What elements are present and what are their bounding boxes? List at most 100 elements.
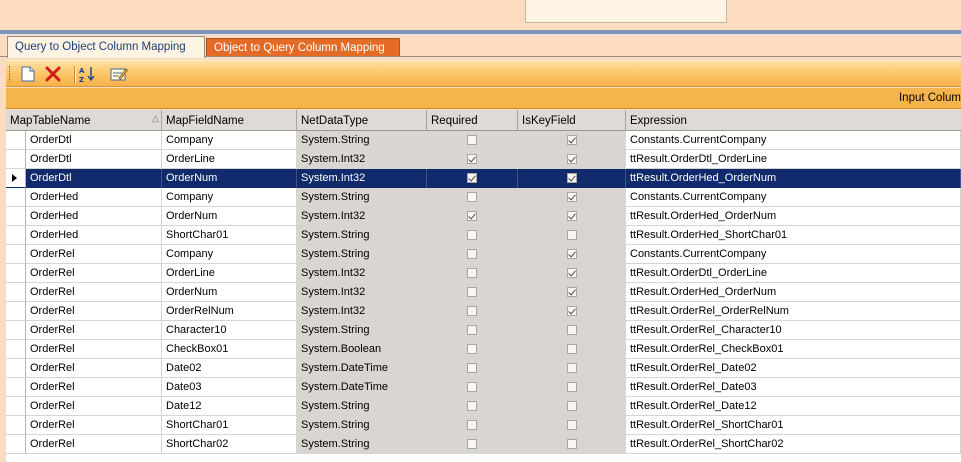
row-selector[interactable] [6, 150, 26, 169]
cell-netdatatype[interactable]: System.String [297, 397, 427, 416]
required-checkbox[interactable] [467, 420, 477, 430]
cell-netdatatype[interactable]: System.Int32 [297, 302, 427, 321]
top-input-box[interactable] [525, 0, 727, 23]
cell-netdatatype[interactable]: System.String [297, 416, 427, 435]
row-selector[interactable] [6, 378, 26, 397]
cell-mapfieldname[interactable]: OrderLine [162, 150, 297, 169]
column-header-expression[interactable]: Expression [626, 110, 961, 131]
required-checkbox[interactable] [467, 363, 477, 373]
cell-netdatatype[interactable]: System.Int32 [297, 207, 427, 226]
tab-object-to-query[interactable]: Object to Query Column Mapping [206, 38, 400, 57]
cell-netdatatype[interactable]: System.String [297, 245, 427, 264]
cell-mapfieldname[interactable]: ShortChar02 [162, 435, 297, 454]
cell-netdatatype[interactable]: System.DateTime [297, 378, 427, 397]
iskeyfield-checkbox[interactable] [566, 382, 577, 392]
cell-maptablename[interactable]: OrderRel [26, 245, 162, 264]
required-checkbox[interactable] [467, 344, 477, 354]
iskeyfield-checkbox[interactable] [566, 211, 577, 221]
row-selector[interactable] [6, 226, 26, 245]
row-selector[interactable] [6, 359, 26, 378]
cell-maptablename[interactable]: OrderHed [26, 226, 162, 245]
cell-netdatatype[interactable]: System.Int32 [297, 264, 427, 283]
cell-mapfieldname[interactable]: Company [162, 245, 297, 264]
cell-maptablename[interactable]: OrderRel [26, 435, 162, 454]
cell-mapfieldname[interactable]: ShortChar01 [162, 226, 297, 245]
cell-maptablename[interactable]: OrderRel [26, 416, 162, 435]
table-row[interactable]: OrderRel OrderRelNum System.Int32 ttResult.… [6, 302, 961, 321]
required-checkbox[interactable] [467, 173, 477, 183]
cell-maptablename[interactable]: OrderRel [26, 321, 162, 340]
cell-netdatatype[interactable]: System.String [297, 435, 427, 454]
cell-maptablename[interactable]: OrderHed [26, 207, 162, 226]
cell-maptablename[interactable]: OrderRel [26, 359, 162, 378]
iskeyfield-checkbox[interactable] [566, 439, 577, 449]
table-row[interactable]: OrderRel Character10 System.String ttResult… [6, 321, 961, 340]
cell-netdatatype[interactable]: System.Int32 [297, 169, 427, 188]
required-checkbox[interactable] [467, 230, 477, 240]
cell-expression[interactable]: ttResult.OrderHed_OrderNum [626, 169, 961, 188]
cell-mapfieldname[interactable]: Company [162, 188, 297, 207]
row-selector[interactable] [6, 340, 26, 359]
iskeyfield-checkbox[interactable] [566, 420, 577, 430]
edit-properties-icon[interactable] [110, 65, 128, 83]
cell-maptablename[interactable]: OrderHed [26, 188, 162, 207]
iskeyfield-checkbox[interactable] [566, 287, 577, 297]
required-checkbox[interactable] [467, 192, 477, 202]
new-document-icon[interactable] [19, 65, 37, 83]
cell-netdatatype[interactable]: System.DateTime [297, 359, 427, 378]
iskeyfield-checkbox[interactable] [566, 249, 577, 259]
cell-maptablename[interactable]: OrderRel [26, 264, 162, 283]
row-selector[interactable] [6, 435, 26, 454]
cell-expression[interactable]: ttResult.OrderRel_Date02 [626, 359, 961, 378]
table-row[interactable]: OrderDtl OrderLine System.Int32 ttResult.Or… [6, 150, 961, 169]
table-row[interactable]: OrderRel ShortChar02 System.String ttResult… [6, 435, 961, 454]
cell-mapfieldname[interactable]: ShortChar01 [162, 416, 297, 435]
cell-maptablename[interactable]: OrderRel [26, 340, 162, 359]
cell-expression[interactable]: ttResult.OrderRel_OrderRelNum [626, 302, 961, 321]
required-checkbox[interactable] [467, 382, 477, 392]
cell-netdatatype[interactable]: System.String [297, 131, 427, 150]
required-checkbox[interactable] [467, 306, 477, 316]
row-selector[interactable] [6, 397, 26, 416]
table-row[interactable]: OrderRel OrderLine System.Int32 ttResult.Or… [6, 264, 961, 283]
table-row[interactable]: OrderRel CheckBox01 System.Boolean ttResult… [6, 340, 961, 359]
iskeyfield-checkbox[interactable] [566, 135, 577, 145]
cell-netdatatype[interactable]: System.String [297, 226, 427, 245]
required-checkbox[interactable] [467, 154, 477, 164]
cell-expression[interactable]: ttResult.OrderHed_OrderNum [626, 207, 961, 226]
table-row[interactable]: OrderRel Date03 System.DateTime ttResult.Or… [6, 378, 961, 397]
row-selector[interactable] [6, 302, 26, 321]
table-row[interactable]: OrderRel Date12 System.String ttResult.Orde… [6, 397, 961, 416]
required-checkbox[interactable] [467, 249, 477, 259]
iskeyfield-checkbox[interactable] [566, 230, 577, 240]
row-selector[interactable] [6, 207, 26, 226]
cell-netdatatype[interactable]: System.Int32 [297, 283, 427, 302]
row-selector[interactable] [6, 245, 26, 264]
cell-maptablename[interactable]: OrderDtl [26, 169, 162, 188]
column-header-maptablename[interactable]: MapTableName △ [6, 110, 162, 131]
cell-mapfieldname[interactable]: OrderNum [162, 283, 297, 302]
cell-mapfieldname[interactable]: OrderRelNum [162, 302, 297, 321]
row-selector[interactable] [6, 264, 26, 283]
cell-mapfieldname[interactable]: Company [162, 131, 297, 150]
table-row[interactable]: OrderRel Date02 System.DateTime ttResult.Or… [6, 359, 961, 378]
required-checkbox[interactable] [467, 211, 477, 221]
column-header-netdatatype[interactable]: NetDataType [297, 110, 427, 131]
table-row[interactable]: OrderHed Company System.String Constants.Cu… [6, 188, 961, 207]
cell-expression[interactable]: ttResult.OrderHed_ShortChar01 [626, 226, 961, 245]
cell-mapfieldname[interactable]: Date02 [162, 359, 297, 378]
cell-mapfieldname[interactable]: OrderNum [162, 207, 297, 226]
row-selector[interactable] [6, 283, 26, 302]
iskeyfield-checkbox[interactable] [566, 192, 577, 202]
cell-mapfieldname[interactable]: Character10 [162, 321, 297, 340]
column-header-required[interactable]: Required [427, 110, 518, 131]
iskeyfield-checkbox[interactable] [566, 325, 577, 335]
tab-query-to-object[interactable]: Query to Object Column Mapping [7, 36, 205, 58]
table-row[interactable]: OrderHed OrderNum System.Int32 ttResult.Ord… [6, 207, 961, 226]
cell-expression[interactable]: ttResult.OrderRel_ShortChar02 [626, 435, 961, 454]
cell-expression[interactable]: Constants.CurrentCompany [626, 131, 961, 150]
cell-maptablename[interactable]: OrderDtl [26, 150, 162, 169]
row-selector[interactable] [6, 321, 26, 340]
table-row[interactable]: OrderRel Company System.String Constants.Cu… [6, 245, 961, 264]
cell-maptablename[interactable]: OrderRel [26, 378, 162, 397]
